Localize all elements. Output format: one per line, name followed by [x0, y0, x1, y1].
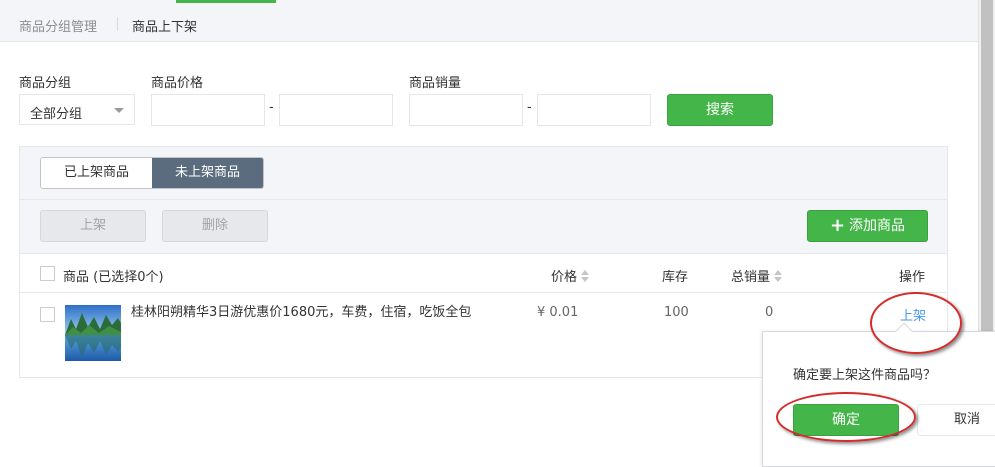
tab-group-management[interactable]: 商品分组管理: [19, 16, 97, 35]
sales-min-input[interactable]: [409, 94, 523, 126]
sort-icon: [581, 270, 590, 282]
group-select[interactable]: 全部分组: [19, 94, 135, 125]
col-price-label: 价格: [551, 270, 578, 285]
active-tab-indicator: [176, 0, 276, 3]
col-sales[interactable]: 总销量: [731, 266, 783, 285]
price-min-input[interactable]: [151, 94, 265, 126]
col-sales-label: 总销量: [731, 270, 771, 285]
scrollbar-thumb[interactable]: [981, 0, 993, 332]
shelf-status-toggle: 已上架商品 未上架商品: [40, 157, 264, 189]
product-stock: 100: [664, 305, 689, 320]
tab-shelf-management[interactable]: 商品上下架: [132, 16, 197, 35]
sales-max-input[interactable]: [537, 94, 651, 126]
sales-range-separator: -: [527, 100, 532, 115]
bulk-shelf-button[interactable]: 上架: [40, 210, 146, 242]
price-range-separator: -: [269, 100, 274, 115]
col-stock: 库存: [662, 270, 689, 285]
annotation-ellipse-confirm: [776, 392, 916, 442]
row-checkbox[interactable]: [40, 307, 55, 322]
annotation-ellipse-action: [870, 292, 962, 354]
confirm-message: 确定要上架这件商品吗？: [793, 368, 937, 383]
chevron-down-icon: [114, 108, 124, 113]
select-all-checkbox[interactable]: [40, 266, 55, 281]
col-price[interactable]: 价格: [551, 266, 590, 285]
product-name[interactable]: 桂林阳朔精华3日游优惠价1680元，车费，住宿，吃饭全包: [131, 302, 491, 324]
group-select-value: 全部分组: [30, 107, 83, 122]
tab-off-shelf[interactable]: 未上架商品: [152, 158, 263, 188]
search-button[interactable]: 搜索: [667, 94, 773, 126]
sales-filter-label: 商品销量: [409, 76, 462, 91]
tab-divider: [117, 17, 118, 31]
group-filter-label: 商品分组: [19, 76, 72, 91]
product-thumbnail: [65, 305, 121, 361]
add-product-button[interactable]: + 添加商品: [807, 210, 928, 242]
table-header: 商品 (已选择0个) 价格 库存 总销量 操作: [20, 253, 947, 293]
tab-on-shelf[interactable]: 已上架商品: [41, 158, 152, 188]
toolbar-divider: [20, 199, 947, 200]
col-product: 商品 (已选择0个): [63, 270, 164, 285]
product-price: ¥ 0.01: [537, 305, 579, 320]
plus-icon: +: [829, 215, 846, 236]
price-max-input[interactable]: [279, 94, 393, 126]
bulk-delete-button[interactable]: 删除: [162, 210, 268, 242]
sort-icon: [774, 270, 783, 282]
add-product-label: 添加商品: [849, 218, 906, 234]
cancel-button[interactable]: 取消: [917, 404, 995, 436]
product-sales: 0: [765, 305, 774, 320]
top-tab-bar: 商品分组管理 商品上下架: [0, 0, 978, 42]
price-filter-label: 商品价格: [151, 76, 204, 91]
panel-toolbar: 已上架商品 未上架商品 上架 删除 + 添加商品: [20, 147, 947, 253]
col-action: 操作: [899, 270, 926, 285]
